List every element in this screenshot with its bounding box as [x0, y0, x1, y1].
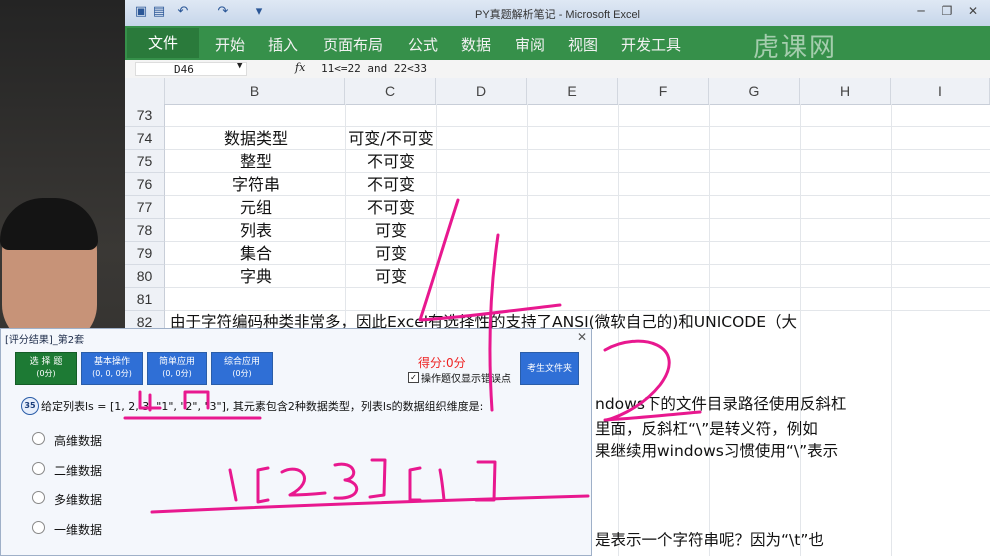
tab-review[interactable]: 审阅 [515, 34, 545, 55]
cell-b75[interactable]: 整型 [166, 150, 346, 173]
button-score: (0, 0, 0分) [92, 369, 132, 378]
tab-file[interactable]: 文件 [127, 28, 199, 58]
tab-formulas[interactable]: 公式 [408, 34, 438, 55]
button-score: (0, 0分) [162, 369, 192, 378]
cell-c74[interactable]: 可变/不可变 [346, 127, 436, 150]
note-paragraph-line-3: 是表示一个字符串呢？因为“\t”也 [595, 531, 824, 549]
row-header-79[interactable]: 79 [125, 242, 165, 265]
cell-b78[interactable]: 列表 [166, 219, 346, 242]
cell-c79[interactable]: 可变 [346, 242, 436, 265]
column-header-g[interactable]: G [709, 78, 800, 104]
errors-only-label: 操作题仅显示错误点 [421, 374, 511, 385]
option-radio-4[interactable] [32, 521, 45, 534]
candidate-folder-button[interactable]: 考生文件夹 [520, 352, 579, 385]
cell-reference: D46 [174, 63, 194, 76]
button-label: 综合应用 [223, 357, 260, 367]
close-icon[interactable]: ✕ [961, 2, 985, 20]
button-label: 简单应用 [158, 357, 195, 367]
row-header-73[interactable]: 73 [125, 104, 165, 127]
presenter-hair [0, 198, 98, 250]
tab-insert[interactable]: 插入 [268, 34, 298, 55]
row-header-80[interactable]: 80 [125, 265, 165, 288]
option-radio-2[interactable] [32, 462, 45, 475]
cell-c77[interactable]: 不可变 [346, 196, 436, 219]
row-header-78[interactable]: 78 [125, 219, 165, 242]
button-label: 基本操作 [93, 357, 130, 367]
note-paragraph-line-2c: 果继续用windows习惯使用“\”表示 [595, 442, 839, 460]
option-radio-1[interactable] [32, 432, 45, 445]
note-paragraph-line-2b: 里面，反斜杠“\”是转义符，例如 [595, 420, 818, 438]
comprehensive-application-button[interactable]: 综合应用 (0分) [211, 352, 273, 385]
choice-questions-button[interactable]: 选 择 题 (0分) [15, 352, 77, 385]
cell-c80[interactable]: 可变 [346, 265, 436, 288]
row-header-74[interactable]: 74 [125, 127, 165, 150]
tab-view[interactable]: 视图 [568, 34, 598, 55]
close-icon[interactable]: ✕ [577, 330, 587, 344]
formula-bar: D46 ▼ fx 11<=22 and 22<33 [125, 60, 990, 79]
row-header-76[interactable]: 76 [125, 173, 165, 196]
tab-developer[interactable]: 开发工具 [621, 34, 681, 55]
column-header-d[interactable]: D [436, 78, 527, 104]
question-number-badge: 35 [21, 397, 39, 415]
watermark-logo: 虎课网 [753, 33, 838, 63]
dialog-title: [评分结果]_第2套 [5, 335, 85, 346]
column-header-i[interactable]: I [891, 78, 990, 104]
column-header-h[interactable]: H [800, 78, 891, 104]
cell-b76[interactable]: 字符串 [166, 173, 346, 196]
total-score: 得分:0分 [418, 356, 466, 370]
option-label-4: 一维数据 [54, 523, 103, 537]
button-score: (0分) [36, 369, 56, 378]
select-all-corner[interactable] [125, 78, 165, 104]
button-label: 选 择 题 [29, 357, 63, 367]
option-label-2: 二维数据 [54, 464, 103, 478]
ribbon-tabs [125, 26, 990, 60]
option-radio-3[interactable] [32, 491, 45, 504]
cell-c75[interactable]: 不可变 [346, 150, 436, 173]
column-header-c[interactable]: C [345, 78, 436, 104]
cell-b80[interactable]: 字典 [166, 265, 346, 288]
tab-data[interactable]: 数据 [461, 34, 491, 55]
cell-c76[interactable]: 不可变 [346, 173, 436, 196]
cell-b74[interactable]: 数据类型 [166, 127, 346, 150]
row-header-77[interactable]: 77 [125, 196, 165, 219]
formula-input[interactable]: 11<=22 and 22<33 [321, 62, 427, 75]
simple-application-button[interactable]: 简单应用 (0, 0分) [147, 352, 207, 385]
cell-b77[interactable]: 元组 [166, 196, 346, 219]
note-paragraph-line-2a: ndows下的文件目录路径使用反斜杠 [595, 395, 847, 413]
question-text: 给定列表ls = [1, 2, 3, "1", "2", "3"], 其元素包含… [41, 400, 484, 413]
basic-operation-button[interactable]: 基本操作 (0, 0, 0分) [81, 352, 143, 385]
insert-function-icon[interactable]: fx [295, 61, 305, 74]
cell-c78[interactable]: 可变 [346, 219, 436, 242]
name-box[interactable]: D46 [135, 62, 247, 76]
restore-icon[interactable]: ❐ [935, 2, 959, 20]
tab-home[interactable]: 开始 [215, 34, 245, 55]
option-label-1: 高维数据 [54, 434, 103, 448]
option-label-3: 多维数据 [54, 493, 103, 507]
row-header-81[interactable]: 81 [125, 288, 165, 311]
cell-b79[interactable]: 集合 [166, 242, 346, 265]
column-headers: B C D E F G H I [125, 78, 990, 105]
row-header-75[interactable]: 75 [125, 150, 165, 173]
errors-only-checkbox[interactable]: ✓ [408, 372, 419, 383]
column-header-f[interactable]: F [618, 78, 709, 104]
title-bar: ▣ ▤ ↶ ↷ ▾ PY真题解析笔记 - Microsoft Excel ─ ❐… [125, 0, 990, 26]
column-header-e[interactable]: E [527, 78, 618, 104]
button-score: (0分) [232, 369, 252, 378]
tab-page-layout[interactable]: 页面布局 [323, 34, 383, 55]
minimize-icon[interactable]: ─ [909, 2, 933, 20]
window-title: PY真题解析笔记 - Microsoft Excel [474, 9, 641, 21]
name-box-dropdown-icon[interactable]: ▼ [237, 61, 242, 71]
grading-result-dialog: [评分结果]_第2套 ✕ 选 择 题 (0分) 基本操作 (0, 0, 0分) … [0, 328, 592, 556]
column-header-b[interactable]: B [165, 78, 345, 104]
